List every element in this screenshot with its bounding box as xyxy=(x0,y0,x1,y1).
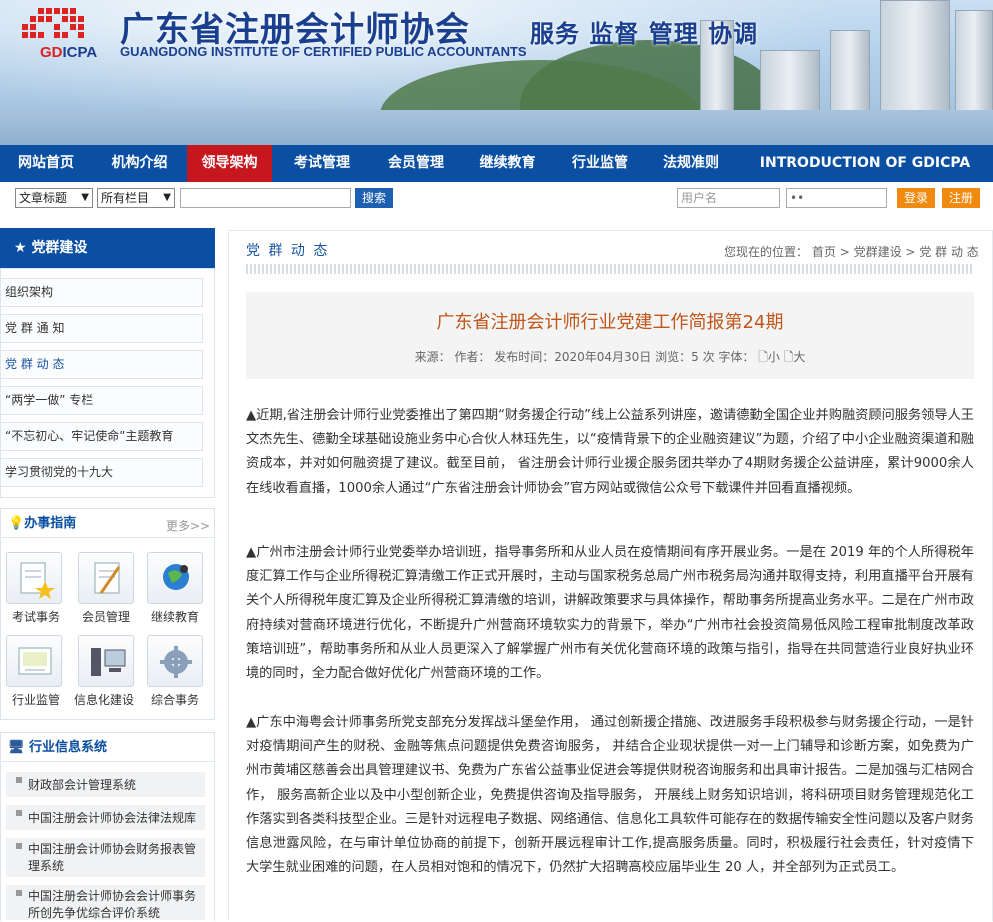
system-link-law[interactable]: 中国注册会计师协会法律法规库 xyxy=(6,805,205,831)
sidebar-item-lianxue[interactable]: “两学一做” 专栏 xyxy=(0,386,203,415)
guide-label-supervision[interactable]: 行业监管 xyxy=(0,691,72,708)
nav-member[interactable]: 会员管理 xyxy=(372,145,460,182)
search-button[interactable]: 搜索 xyxy=(355,188,393,208)
breadcrumb-current[interactable]: 党 群 动 态 xyxy=(919,245,978,259)
guide-label-member[interactable]: 会员管理 xyxy=(70,608,142,625)
lightbulb-icon: 💡 xyxy=(8,516,25,531)
search-input[interactable] xyxy=(180,188,351,208)
nav-leadership[interactable]: 领导架构 xyxy=(187,145,272,182)
it-icon[interactable] xyxy=(78,635,134,687)
general-icon[interactable] xyxy=(147,635,203,687)
article-paragraph-3: ▲广东中海粤会计师事务所党支部充分发挥战斗堡垒作用， 通过创新援企措施、改进服务… xyxy=(246,715,974,876)
font-small-button[interactable]: 小 xyxy=(768,350,780,364)
sidebar-item-org[interactable]: 组织架构 xyxy=(0,278,203,307)
nav-regulations[interactable]: 法规准则 xyxy=(645,145,737,182)
sidebar-item-19th[interactable]: 学习贯彻党的十九大 xyxy=(0,458,203,487)
nav-education[interactable]: 继续教育 xyxy=(460,145,555,182)
sidebar-item-news[interactable]: 党 群 动 态 xyxy=(0,350,203,379)
search-field-select[interactable]: 文章标题 ▼ xyxy=(15,188,93,208)
guide-label-general[interactable]: 综合事务 xyxy=(139,691,211,708)
system-link-report[interactable]: 中国注册会计师协会财务报表管理系统 xyxy=(6,838,205,878)
username-field[interactable]: 用户名 xyxy=(677,188,780,208)
font-large-icon[interactable]: 🗋 xyxy=(784,350,794,364)
header-banner: GDICPA 广东省注册会计师协会 GUANGDONG INSTITUTE OF… xyxy=(0,0,993,145)
article-paragraph-1: ▲近期,省注册会计师行业党委推出了第四期“财务援企行动”线上公益系列讲座，邀请德… xyxy=(246,408,974,496)
sidebar-header: ★ 党群建设 xyxy=(0,228,215,268)
star-icon: ★ xyxy=(14,240,32,256)
guide-label-exam[interactable]: 考试事务 xyxy=(0,608,72,625)
system-link-eval[interactable]: 中国注册会计师协会会计师事务所创先争优综合评价系统 xyxy=(6,885,205,921)
monitor-icon: 🖥 xyxy=(8,740,30,755)
font-large-button[interactable]: 大 xyxy=(793,350,805,364)
nav-introduction[interactable]: INTRODUCTION OF GDICPA xyxy=(737,145,993,182)
nav-supervision[interactable]: 行业监管 xyxy=(555,145,645,182)
guide-label-it[interactable]: 信息化建设 xyxy=(68,691,140,708)
main-nav: 网站首页 机构介绍 领导架构 考试管理 会员管理 继续教育 行业监管 法规准则 … xyxy=(0,145,993,182)
guide-label-education[interactable]: 继续教育 xyxy=(139,608,211,625)
nav-exam[interactable]: 考试管理 xyxy=(272,145,372,182)
search-column-select[interactable]: 所有栏目 ▼ xyxy=(97,188,175,208)
font-small-icon[interactable]: 🗋 xyxy=(758,350,768,364)
guide-more-link[interactable]: 更多>> xyxy=(166,517,210,534)
supervision-icon[interactable] xyxy=(6,635,62,687)
education-icon[interactable] xyxy=(147,552,203,604)
password-field[interactable]: •• xyxy=(786,188,887,208)
org-name-en: GUANGDONG INSTITUTE OF CERTIFIED PUBLIC … xyxy=(120,44,527,59)
login-button[interactable]: 登录 xyxy=(897,188,935,208)
breadcrumb-party[interactable]: 党群建设 xyxy=(854,245,902,259)
breadcrumb: 您现在的位置： 首页 > 党群建设 > 党 群 动 态 xyxy=(724,245,979,259)
section-title: 党 群 动 态 xyxy=(246,243,330,259)
article-title: 广东省注册会计师行业党建工作简报第24期 xyxy=(436,312,784,333)
member-icon[interactable] xyxy=(78,552,134,604)
sidebar-item-notice[interactable]: 党 群 通 知 xyxy=(0,314,203,343)
system-link-mof[interactable]: 财政部会计管理系统 xyxy=(6,772,205,798)
nav-home[interactable]: 网站首页 xyxy=(0,145,92,182)
slogan: 服务 监督 管理 协调 xyxy=(530,20,759,48)
org-abbr: GDICPA xyxy=(40,44,98,61)
article-paragraph-2: ▲广州市注册会计师行业党委举办培训班，指导事务所和从业人员在疫情期间有序开展业务… xyxy=(246,545,974,682)
breadcrumb-home[interactable]: 首页 xyxy=(812,245,836,259)
register-button[interactable]: 注册 xyxy=(942,188,980,208)
section-divider xyxy=(246,264,974,274)
exam-icon[interactable] xyxy=(6,552,62,604)
info-system-header: 🖥 行业信息系统 xyxy=(0,734,215,762)
article-meta: 来源： 作者： 发布时间：2020年04月30日 浏览：5 次 字体： 🗋小 🗋… xyxy=(414,350,806,364)
nav-about[interactable]: 机构介绍 xyxy=(92,145,187,182)
sidebar-item-chuxin[interactable]: “不忘初心、牢记使命”主题教育 xyxy=(0,422,203,451)
